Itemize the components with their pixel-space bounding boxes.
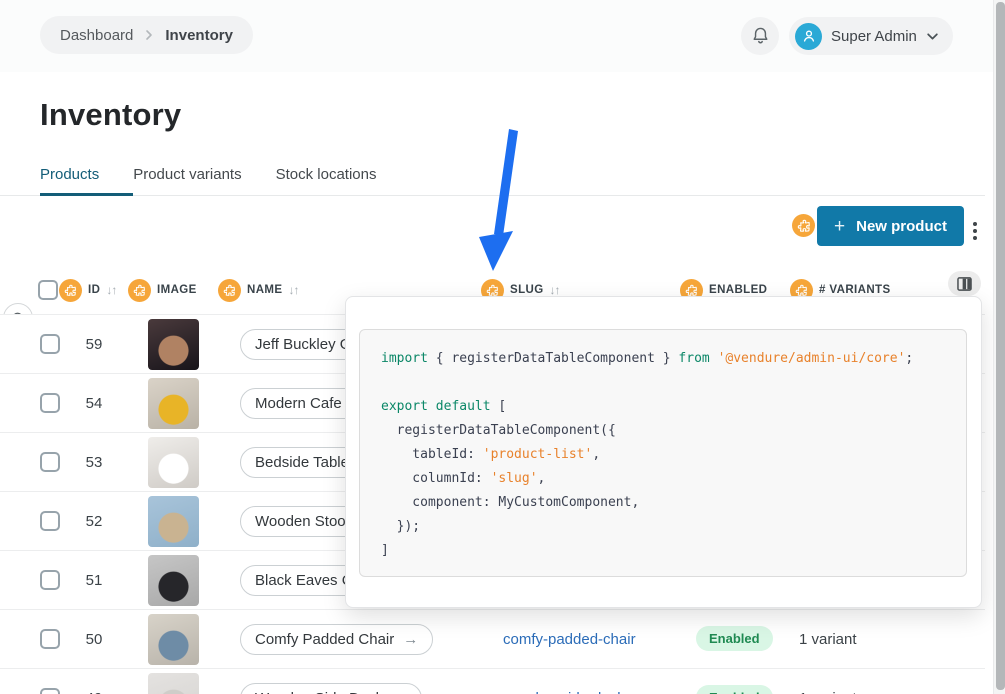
table-row: 49 Wooden Side Desk→ wooden-side-desk Enabl…	[0, 669, 985, 694]
product-slug-link[interactable]: wooden-side-desk	[503, 690, 625, 694]
product-id: 50	[76, 631, 112, 648]
extension-point-puzzle-icon	[59, 279, 82, 302]
new-product-button[interactable]: + New product	[817, 206, 964, 246]
column-label: IMAGE	[157, 284, 197, 296]
code-line: ]	[381, 539, 950, 563]
product-id: 53	[76, 454, 112, 471]
product-id: 52	[76, 513, 112, 530]
page-title: Inventory	[40, 97, 181, 133]
code-line: export default [	[381, 395, 950, 419]
more-actions-button[interactable]	[969, 217, 981, 245]
annotation-arrow	[470, 123, 532, 278]
arrow-right-icon: →	[392, 690, 407, 694]
breadcrumb-item-dashboard[interactable]: Dashboard	[60, 27, 133, 44]
columns-icon	[957, 277, 972, 291]
scrollbar-thumb[interactable]	[996, 2, 1005, 690]
row-checkbox[interactable]	[40, 629, 60, 649]
status-badge: Enabled	[696, 685, 773, 694]
code-snippet-popover: import { registerDataTableComponent } fr…	[345, 296, 982, 608]
variant-count: 1 variant	[799, 690, 857, 694]
code-block: import { registerDataTableComponent } fr…	[359, 329, 967, 577]
user-menu[interactable]: Super Admin	[789, 17, 953, 55]
breadcrumb-item-inventory[interactable]: Inventory	[165, 27, 233, 44]
column-label: ENABLED	[709, 284, 767, 296]
column-header-name[interactable]: NAME ↓↑	[218, 277, 298, 303]
row-checkbox[interactable]	[40, 688, 60, 694]
chevron-down-icon	[926, 30, 939, 43]
user-name: Super Admin	[831, 28, 917, 45]
plus-icon: +	[834, 217, 845, 236]
product-thumbnail	[148, 496, 199, 547]
code-line: tableId: 'product-list',	[381, 443, 950, 467]
row-checkbox[interactable]	[40, 452, 60, 472]
breadcrumb: Dashboard Inventory	[40, 16, 253, 54]
column-header-id[interactable]: ID ↓↑	[59, 277, 116, 303]
extension-point-puzzle-icon	[218, 279, 241, 302]
tab-product-variants[interactable]: Product variants	[116, 166, 258, 197]
column-settings-button[interactable]	[948, 271, 981, 296]
product-name-link[interactable]: Comfy Padded Chair→	[240, 624, 433, 655]
code-line: columnId: 'slug',	[381, 467, 950, 491]
column-header-image[interactable]: IMAGE	[128, 277, 197, 303]
code-line: import { registerDataTableComponent } fr…	[381, 347, 950, 371]
product-thumbnail	[148, 437, 199, 488]
product-id: 51	[76, 572, 112, 589]
select-all-checkbox[interactable]	[38, 280, 58, 300]
sort-icon: ↓↑	[288, 283, 298, 297]
status-badge: Enabled	[696, 626, 773, 651]
sort-icon: ↓↑	[106, 283, 116, 297]
column-label: # VARIANTS	[819, 284, 891, 296]
vendure-admin-inventory-screen: Dashboard Inventory Super Admin Inventor…	[0, 0, 1005, 694]
user-avatar-icon	[795, 23, 822, 50]
row-checkbox[interactable]	[40, 334, 60, 354]
sort-icon: ↓↑	[550, 283, 560, 297]
active-tab-underline	[40, 193, 133, 196]
product-name-link[interactable]: Wooden Side Desk→	[240, 683, 422, 694]
row-checkbox[interactable]	[40, 570, 60, 590]
code-line: registerDataTableComponent({	[381, 419, 950, 443]
row-checkbox[interactable]	[40, 393, 60, 413]
extension-point-puzzle-icon	[792, 214, 815, 237]
product-thumbnail	[148, 673, 199, 694]
arrow-right-icon: →	[403, 631, 418, 648]
breadcrumb-separator-icon	[143, 29, 155, 41]
notifications-button[interactable]	[741, 17, 779, 55]
product-id: 54	[76, 395, 112, 412]
extension-point-puzzle-icon	[128, 279, 151, 302]
product-thumbnail	[148, 378, 199, 429]
column-label: ID	[88, 284, 100, 296]
tab-bar-divider	[0, 195, 985, 196]
tab-stock-locations[interactable]: Stock locations	[259, 166, 394, 197]
bell-icon	[751, 26, 770, 46]
product-id: 59	[76, 336, 112, 353]
table-row: 50 Comfy Padded Chair→ comfy-padded-chair E…	[0, 610, 985, 669]
column-label: SLUG	[510, 284, 544, 296]
column-label: NAME	[247, 284, 282, 296]
code-line	[381, 371, 950, 395]
product-id: 49	[76, 690, 112, 694]
product-thumbnail	[148, 614, 199, 665]
product-thumbnail	[148, 555, 199, 606]
product-thumbnail	[148, 319, 199, 370]
product-slug-link[interactable]: comfy-padded-chair	[503, 631, 636, 648]
variant-count: 1 variant	[799, 631, 857, 648]
row-checkbox[interactable]	[40, 511, 60, 531]
code-line: component: MyCustomComponent,	[381, 491, 950, 515]
scrollbar-track	[993, 0, 1005, 694]
code-line: });	[381, 515, 950, 539]
